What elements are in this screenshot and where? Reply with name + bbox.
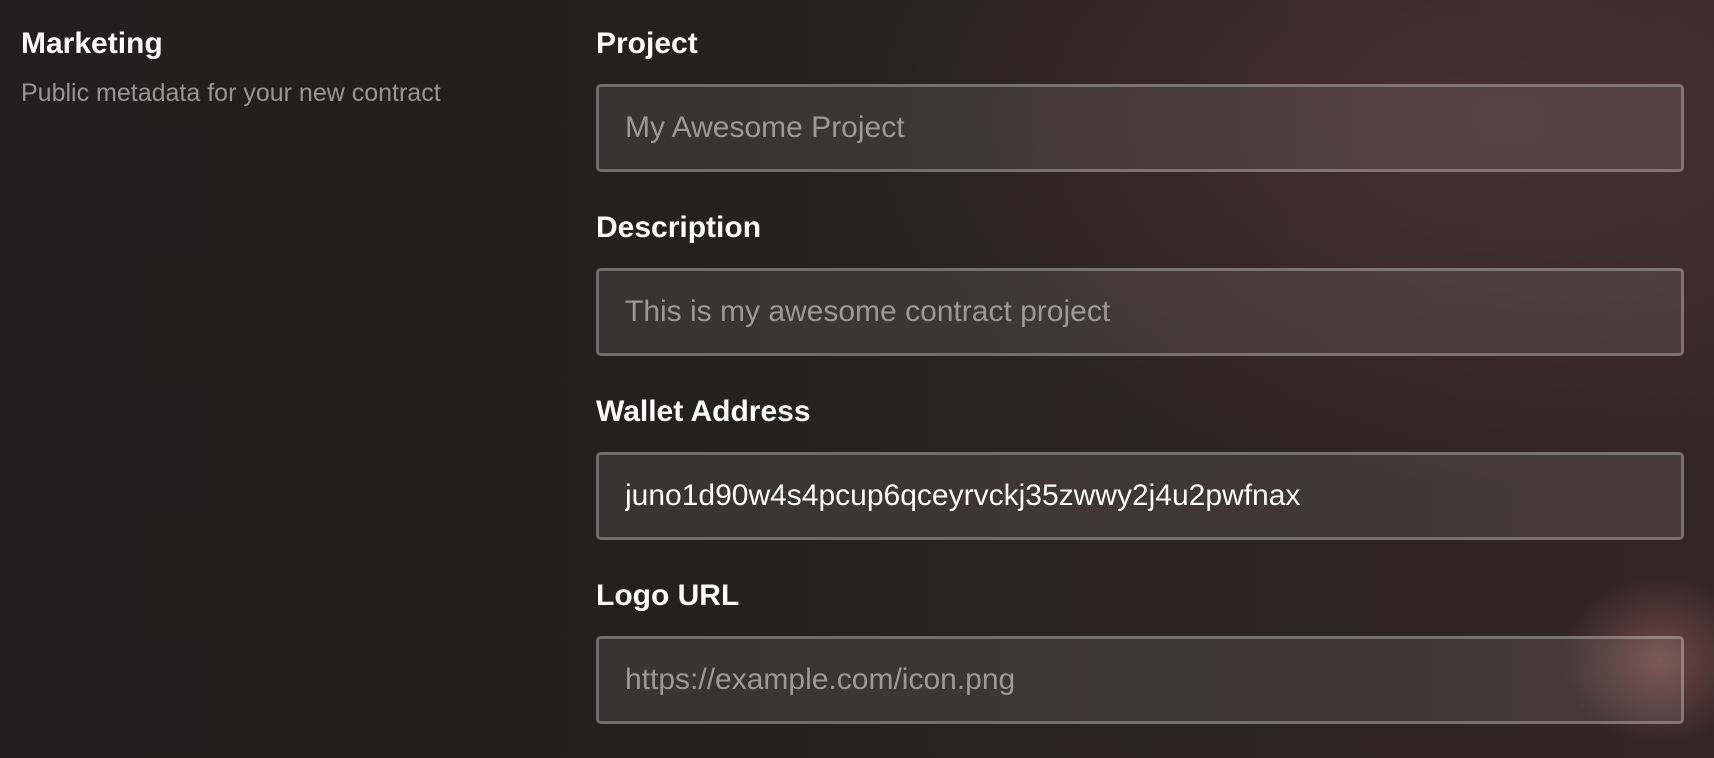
section-title: Marketing <box>21 27 163 60</box>
project-input[interactable] <box>596 84 1684 172</box>
wallet-address-input[interactable] <box>596 452 1684 540</box>
description-label: Description <box>596 211 762 244</box>
section-header: Marketing Public metadata for your new c… <box>21 24 541 110</box>
logo-url-label: Logo URL <box>596 579 740 612</box>
logo-url-input[interactable] <box>596 636 1684 724</box>
logo-url-field: Logo URL <box>596 576 1684 724</box>
project-label: Project <box>596 27 698 60</box>
wallet-address-field: Wallet Address <box>596 392 1684 540</box>
description-input[interactable] <box>596 268 1684 356</box>
description-field: Description <box>596 208 1684 356</box>
wallet-address-label: Wallet Address <box>596 395 811 428</box>
marketing-form: Project Description Wallet Address Logo … <box>596 24 1684 724</box>
marketing-section: Marketing Public metadata for your new c… <box>0 0 1714 758</box>
project-field: Project <box>596 24 1684 172</box>
section-subtitle: Public metadata for your new contract <box>21 79 441 107</box>
